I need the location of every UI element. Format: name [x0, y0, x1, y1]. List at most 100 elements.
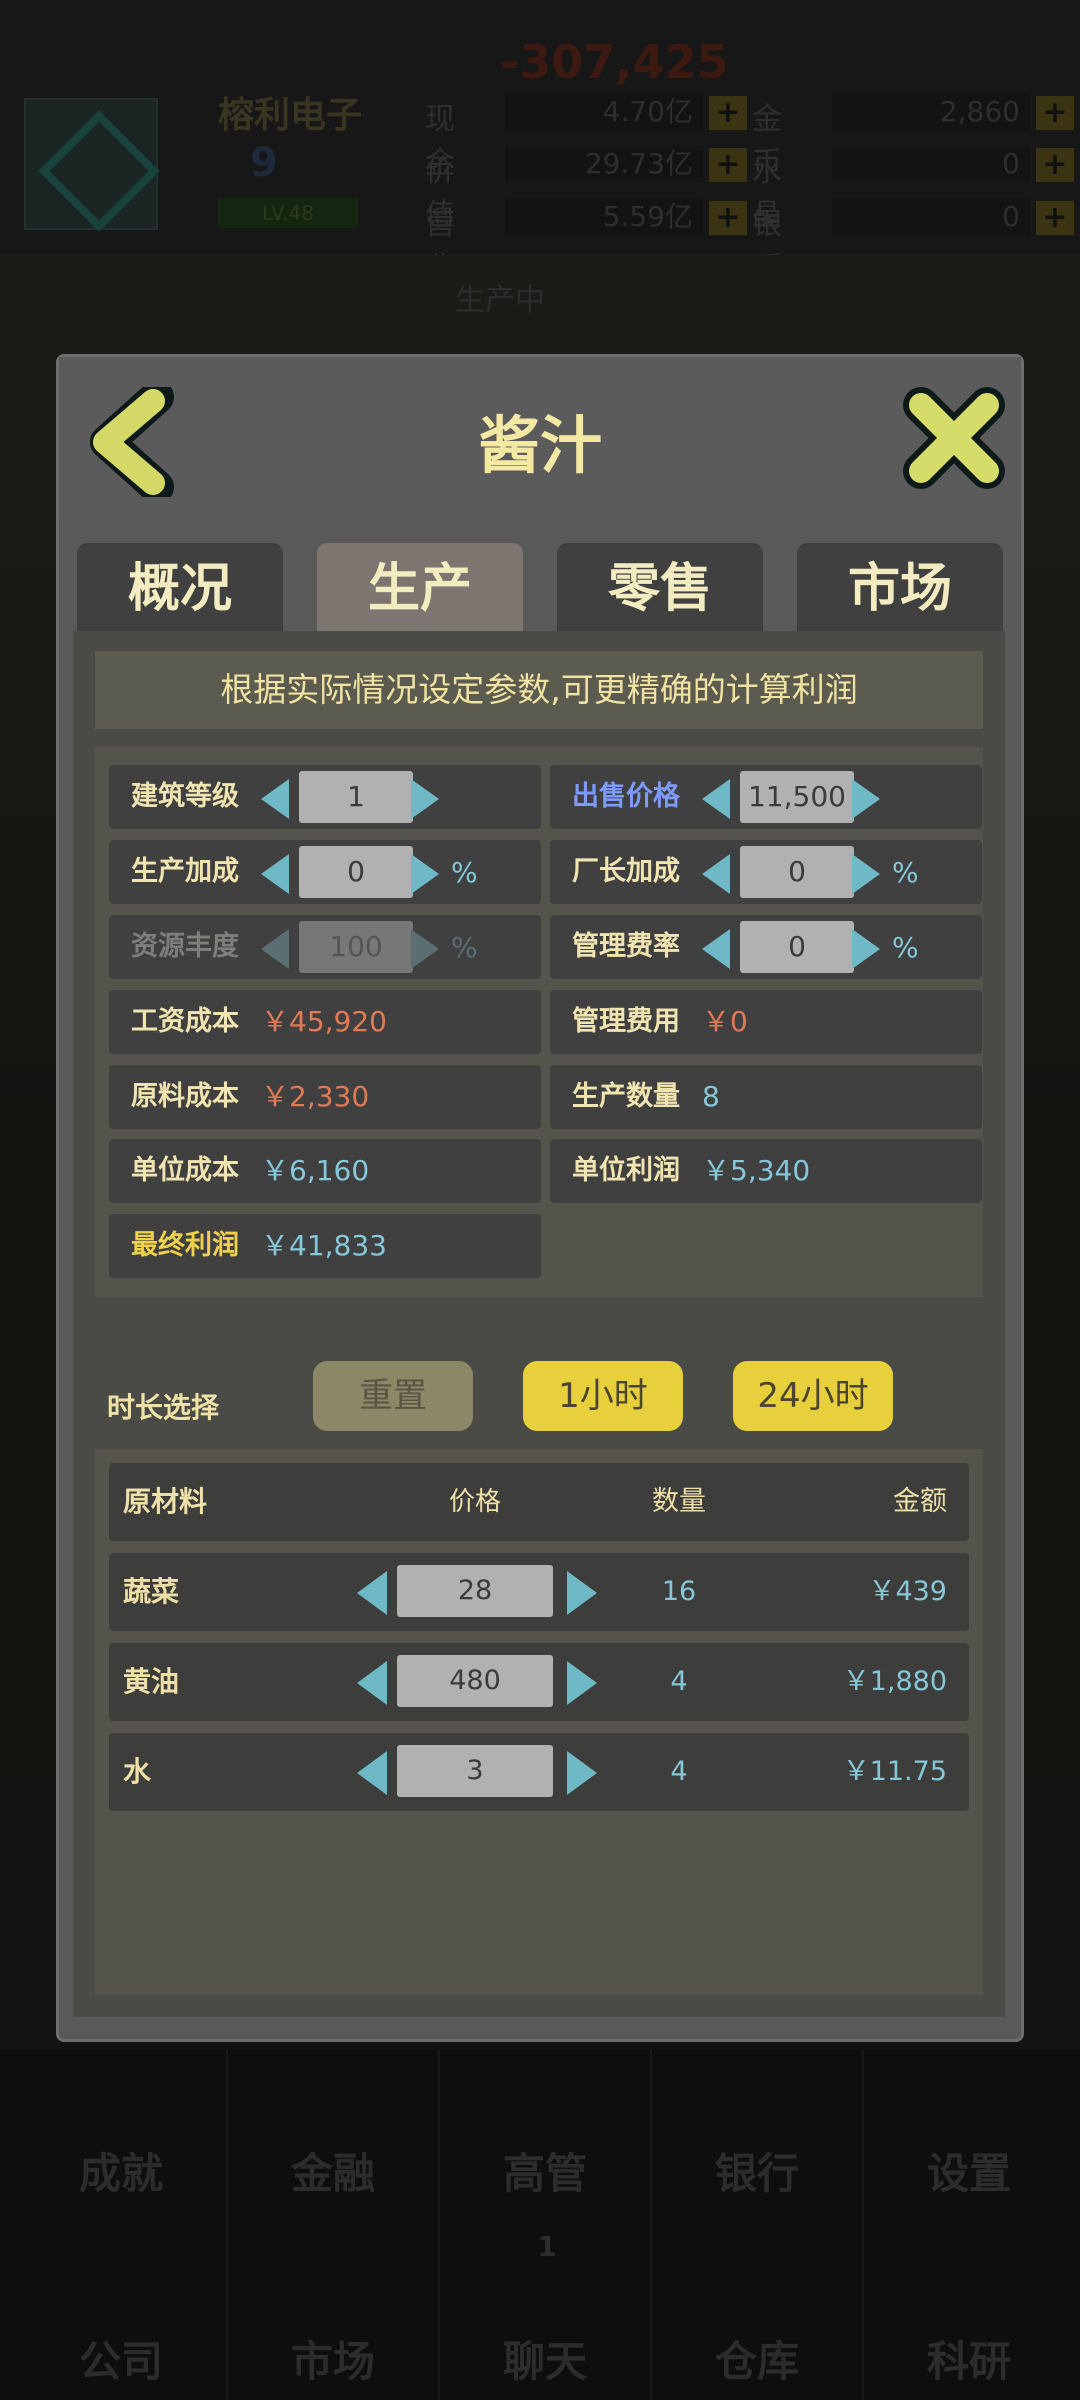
close-icon — [903, 387, 1005, 489]
param-unit-cost: 单位成本 ￥6,160 — [109, 1139, 541, 1203]
increase-arrow-icon[interactable] — [852, 854, 880, 894]
percent-unit: % — [892, 931, 919, 964]
decrease-arrow-icon[interactable] — [702, 854, 730, 894]
add-crystal-button[interactable]: + — [1036, 148, 1074, 182]
add-silver-button[interactable]: + — [1036, 201, 1074, 235]
increase-arrow-icon[interactable] — [567, 1661, 597, 1705]
nav-warehouse[interactable]: 仓库 — [652, 2328, 862, 2389]
management-rate-input[interactable]: 0 — [740, 921, 854, 973]
notice-banner: 根据实际情况设定参数,可更精确的计算利润 — [95, 651, 983, 729]
decrease-arrow-icon[interactable] — [357, 1571, 387, 1615]
increase-arrow-icon[interactable] — [411, 854, 439, 894]
add-revenue-button[interactable]: + — [709, 201, 747, 235]
param-production-bonus: 生产加成 0 % — [109, 840, 541, 904]
increase-arrow-icon[interactable] — [852, 779, 880, 819]
building-level-input[interactable]: 1 — [299, 771, 413, 823]
production-panel: 根据实际情况设定参数,可更精确的计算利润 建筑等级 1 生产加成 0 % 资源丰… — [73, 631, 1005, 2017]
material-price-stepper: 28 — [357, 1563, 597, 1621]
nav-chat[interactable]: 聊天 — [440, 2328, 650, 2389]
increase-arrow-icon[interactable] — [411, 779, 439, 819]
table-row: 蔬菜 28 16 ￥439 — [109, 1553, 969, 1631]
add-gold-button[interactable]: + — [1036, 96, 1074, 130]
material-price-input[interactable]: 28 — [397, 1565, 553, 1617]
percent-unit: % — [451, 856, 478, 889]
one-hour-button[interactable]: 1小时 — [523, 1361, 683, 1431]
nav-finance[interactable]: 金融 — [228, 2140, 438, 2201]
decrease-arrow-icon[interactable] — [357, 1751, 387, 1795]
decrease-arrow-icon[interactable] — [702, 929, 730, 969]
percent-unit: % — [892, 856, 919, 889]
material-amount: ￥1,880 — [842, 1666, 947, 1697]
bottom-nav: 成就 金融 高管 银行 设置 公司 市场 聊天 仓库 科研 1 — [0, 2050, 1080, 2400]
manager-bonus-input[interactable]: 0 — [740, 846, 854, 898]
material-cost-value: ￥2,330 — [261, 1080, 370, 1113]
decrease-arrow-icon[interactable] — [261, 854, 289, 894]
nav-research[interactable]: 科研 — [864, 2328, 1074, 2389]
decrease-arrow-icon[interactable] — [702, 779, 730, 819]
nav-settings[interactable]: 设置 — [864, 2140, 1074, 2201]
reset-button[interactable]: 重置 — [313, 1361, 473, 1431]
management-fee-value: ￥0 — [702, 1005, 748, 1038]
sale-price-stepper: 11,500 — [702, 771, 972, 823]
material-name: 黄油 — [123, 1665, 180, 1698]
percent-unit: % — [451, 931, 478, 964]
material-amount: ￥11.75 — [842, 1756, 947, 1787]
production-bonus-stepper: 0 % — [261, 846, 531, 898]
param-management-fee: 管理费用 ￥0 — [550, 990, 982, 1054]
param-resource-abundance: 资源丰度 100 % — [109, 915, 541, 979]
material-price-stepper: 480 — [357, 1653, 597, 1711]
material-name: 蔬菜 — [123, 1575, 180, 1608]
production-bonus-input[interactable]: 0 — [299, 846, 413, 898]
increase-arrow-icon[interactable] — [852, 929, 880, 969]
duration-label: 时长选择 — [107, 1391, 220, 1424]
tab-retail[interactable]: 零售 — [557, 543, 763, 635]
sale-price-input[interactable]: 11,500 — [740, 771, 854, 823]
wage-cost-value: ￥45,920 — [261, 1005, 387, 1038]
nav-executives[interactable]: 高管 — [440, 2140, 650, 2201]
production-qty-value: 8 — [702, 1080, 720, 1113]
tab-production[interactable]: 生产 — [317, 543, 523, 639]
unit-cost-value: ￥6,160 — [261, 1154, 370, 1187]
material-qty: 16 — [661, 1576, 697, 1607]
twenty-four-hour-button[interactable]: 24小时 — [733, 1361, 893, 1431]
resource-abundance-stepper: 100 % — [261, 921, 531, 973]
param-building-level: 建筑等级 1 — [109, 765, 541, 829]
top-status-bar: -307,425 榕利电子 9 LV.48 现金 4.70亿 + 价值 29.7… — [0, 0, 1080, 286]
add-cash-button[interactable]: + — [709, 96, 747, 130]
nav-company[interactable]: 公司 — [16, 2328, 226, 2389]
nav-bank[interactable]: 银行 — [652, 2140, 862, 2201]
level-bar: LV.48 — [218, 198, 358, 228]
close-button[interactable] — [899, 383, 1009, 493]
nav-market[interactable]: 市场 — [228, 2328, 438, 2389]
material-price-input[interactable]: 480 — [397, 1655, 553, 1707]
material-price-input[interactable]: 3 — [397, 1745, 553, 1797]
nav-achievements[interactable]: 成就 — [16, 2140, 226, 2201]
material-price-stepper: 3 — [357, 1743, 597, 1801]
increase-arrow-icon[interactable] — [567, 1751, 597, 1795]
materials-table: 原材料 价格 数量 金额 蔬菜 28 16 ￥439 黄油 480 4 ￥1,8… — [95, 1449, 983, 1995]
table-row: 黄油 480 4 ￥1,880 — [109, 1643, 969, 1721]
dialog-title: 酱汁 — [477, 409, 602, 482]
tab-overview[interactable]: 概况 — [77, 543, 283, 635]
tab-market[interactable]: 市场 — [797, 543, 1003, 635]
decrease-arrow-icon[interactable] — [261, 779, 289, 819]
decrease-arrow-icon[interactable] — [357, 1661, 387, 1705]
param-sale-price: 出售价格 11,500 — [550, 765, 982, 829]
param-manager-bonus: 厂长加成 0 % — [550, 840, 982, 904]
material-name: 水 — [123, 1755, 152, 1788]
final-profit-value: ￥41,833 — [261, 1229, 387, 1262]
manager-bonus-stepper: 0 % — [702, 846, 972, 898]
unit-profit-value: ￥5,340 — [702, 1154, 811, 1187]
building-level-stepper: 1 — [261, 771, 531, 823]
materials-header-row: 原材料 价格 数量 金额 — [109, 1463, 969, 1541]
increase-arrow-icon — [411, 929, 439, 969]
chat-badge: 1 — [537, 2230, 557, 2263]
company-logo[interactable] — [24, 98, 160, 232]
add-value-button[interactable]: + — [709, 148, 747, 182]
increase-arrow-icon[interactable] — [567, 1571, 597, 1615]
producing-label: 生产中 — [455, 283, 545, 318]
param-production-qty: 生产数量 8 — [550, 1065, 982, 1129]
table-row: 水 3 4 ￥11.75 — [109, 1733, 969, 1811]
material-qty: 4 — [670, 1756, 688, 1787]
resource-abundance-input: 100 — [299, 921, 413, 973]
